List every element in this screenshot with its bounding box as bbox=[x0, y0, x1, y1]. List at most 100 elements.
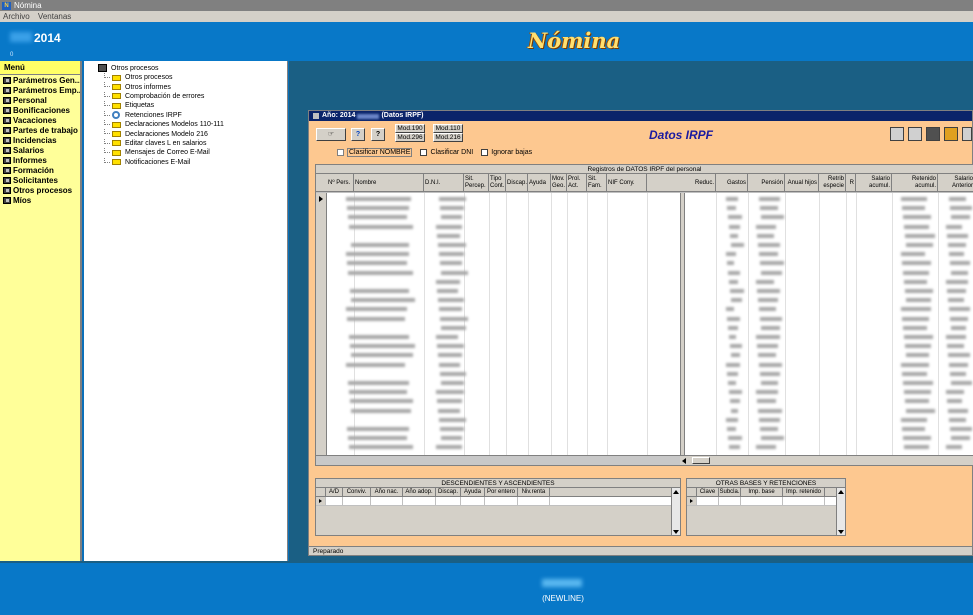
column-header[interactable]: Clave bbox=[697, 488, 719, 496]
grid-cell[interactable] bbox=[518, 497, 550, 505]
sort-name-checkbox[interactable]: Clasificar NOMBRE bbox=[337, 148, 413, 157]
calculator-icon[interactable] bbox=[890, 127, 904, 141]
grid-cell[interactable] bbox=[741, 497, 783, 505]
ignore-leaves-box[interactable] bbox=[481, 149, 489, 156]
sidebar-item[interactable]: Incidencias bbox=[0, 135, 80, 145]
menu-ventanas[interactable]: Ventanas bbox=[38, 12, 71, 21]
irpf-window-titlebar[interactable]: Año: 2014 (Datos IRPF) bbox=[309, 111, 972, 121]
sort-name-box[interactable] bbox=[337, 149, 344, 156]
column-header[interactable]: Nombre bbox=[354, 174, 424, 192]
mod190-button[interactable]: Mod.190 bbox=[395, 124, 425, 133]
grid-cell[interactable] bbox=[343, 497, 371, 505]
grid-body[interactable] bbox=[316, 193, 973, 455]
sidebar-item[interactable]: Bonificaciones bbox=[0, 105, 80, 115]
column-header[interactable]: Reduc. bbox=[685, 174, 716, 192]
column-header[interactable]: Gastos bbox=[716, 174, 748, 192]
scroll-up-icon[interactable] bbox=[673, 490, 679, 494]
column-header[interactable]: Prol. Act. bbox=[567, 174, 587, 192]
person-icon[interactable] bbox=[926, 127, 940, 141]
column-header[interactable]: A/D bbox=[326, 488, 343, 496]
column-header[interactable]: Año adop. bbox=[403, 488, 436, 496]
scroll-left-icon[interactable] bbox=[682, 458, 686, 464]
column-header[interactable]: Sit. Percep. bbox=[464, 174, 489, 192]
grid-cell[interactable] bbox=[485, 497, 518, 505]
column-header[interactable]: NIF Cony. bbox=[607, 174, 647, 192]
tree-item[interactable]: Otros informes bbox=[84, 82, 287, 91]
sidebar-item[interactable]: Partes de trabajo bbox=[0, 125, 80, 135]
right-hscrollbar[interactable] bbox=[680, 455, 973, 465]
sidebar-item[interactable]: Personal bbox=[0, 95, 80, 105]
help-button[interactable]: ? bbox=[351, 128, 365, 141]
column-header[interactable]: Por entero bbox=[485, 488, 518, 496]
sidebar-item[interactable]: Formación bbox=[0, 165, 80, 175]
sidebar-item[interactable]: Vacaciones bbox=[0, 115, 80, 125]
column-header[interactable]: Tipo Cont. bbox=[489, 174, 506, 192]
column-header[interactable]: Imp. retenido bbox=[783, 488, 825, 496]
scroll-thumb[interactable] bbox=[692, 457, 710, 464]
column-header[interactable]: Conviv. bbox=[343, 488, 371, 496]
column-header[interactable]: D.N.I. bbox=[424, 174, 464, 192]
mod110-button[interactable]: Mod.110 bbox=[433, 124, 463, 133]
grid-cell[interactable] bbox=[719, 497, 741, 505]
sidebar-item[interactable]: Informes bbox=[0, 155, 80, 165]
pointer-hand-button[interactable]: ☞ bbox=[316, 128, 346, 141]
column-header[interactable]: Salario Anterior bbox=[938, 174, 973, 192]
column-header[interactable]: Discap. bbox=[506, 174, 528, 192]
column-header[interactable]: Sit. Fam. bbox=[587, 174, 607, 192]
sidebar-item[interactable]: Míos bbox=[0, 195, 80, 205]
question-button[interactable]: ? bbox=[371, 128, 385, 141]
sidebar-item[interactable]: Solicitantes bbox=[0, 175, 80, 185]
irpf-records-grid[interactable]: Registros de DATOS IRPF del personal Nº … bbox=[315, 164, 973, 466]
column-header[interactable]: Ayuda bbox=[461, 488, 485, 496]
column-header[interactable]: Ayuda bbox=[528, 174, 551, 192]
column-header[interactable]: Retenido acumul. bbox=[892, 174, 938, 192]
descendants-row[interactable] bbox=[316, 497, 680, 506]
edit-list-icon[interactable] bbox=[908, 127, 922, 141]
grid-cell[interactable] bbox=[436, 497, 461, 505]
tree-item[interactable]: Editar claves L en salarios bbox=[84, 138, 287, 148]
menu-archivo[interactable]: Archivo bbox=[3, 12, 30, 21]
grid-cell[interactable] bbox=[461, 497, 485, 505]
tree-root[interactable]: Otros procesos bbox=[84, 63, 287, 73]
column-header[interactable]: Anual hijos bbox=[785, 174, 819, 192]
tree-item[interactable]: Otros procesos bbox=[84, 73, 287, 82]
left-hscrollbar[interactable] bbox=[316, 455, 680, 465]
grid-splitter[interactable] bbox=[680, 193, 685, 455]
gift-icon[interactable] bbox=[944, 127, 958, 141]
other-bases-row[interactable] bbox=[687, 497, 845, 506]
tree-item[interactable]: Declaraciones Modelos 110-111 bbox=[84, 119, 287, 129]
mod216-button[interactable]: Mod.216 bbox=[433, 133, 463, 142]
scroll-down-icon[interactable] bbox=[673, 530, 679, 534]
column-header[interactable]: Imp. base bbox=[741, 488, 783, 496]
tree-item[interactable]: Mensajes de Correo E-Mail bbox=[84, 148, 287, 157]
sort-dni-box[interactable] bbox=[420, 149, 428, 156]
mod296-button[interactable]: Mod.296 bbox=[395, 133, 425, 142]
sidebar-item[interactable]: Parámetros Emp... bbox=[0, 85, 80, 95]
grid-cell[interactable] bbox=[371, 497, 403, 505]
column-header[interactable]: Discap. bbox=[436, 488, 461, 496]
grid-cell[interactable] bbox=[783, 497, 825, 505]
sort-dni-checkbox[interactable]: Clasificar DNI bbox=[420, 148, 473, 157]
scroll-up-icon[interactable] bbox=[838, 490, 844, 494]
tree-item[interactable]: Declaraciones Modelo 216 bbox=[84, 129, 287, 138]
sidebar-item[interactable]: Parámetros Gen... bbox=[0, 75, 80, 85]
column-header[interactable]: Subcla. bbox=[719, 488, 741, 496]
column-header[interactable]: Niv.renta bbox=[518, 488, 550, 496]
ignore-leaves-checkbox[interactable]: Ignorar bajas bbox=[481, 148, 532, 157]
sidebar-item[interactable]: Salarios bbox=[0, 145, 80, 155]
window-titlebar[interactable]: N Nómina bbox=[0, 0, 973, 11]
column-header[interactable]: Salario acumul. bbox=[856, 174, 892, 192]
column-header[interactable]: Pensión bbox=[748, 174, 785, 192]
grid-cell[interactable] bbox=[403, 497, 436, 505]
column-header[interactable]: R bbox=[846, 174, 856, 192]
scroll-down-icon[interactable] bbox=[838, 530, 844, 534]
grid-cell[interactable] bbox=[326, 497, 343, 505]
tree-item[interactable]: Etiquetas bbox=[84, 101, 287, 110]
tree-item[interactable]: Comprobación de errores bbox=[84, 91, 287, 101]
column-header[interactable]: Año nac. bbox=[371, 488, 403, 496]
grid-cell[interactable] bbox=[697, 497, 719, 505]
exit-icon[interactable] bbox=[962, 127, 972, 141]
descendants-vscrollbar[interactable] bbox=[671, 488, 680, 535]
tree-item[interactable]: Notificaciones E-Mail bbox=[84, 157, 287, 167]
column-header[interactable]: Retrib especie bbox=[819, 174, 846, 192]
